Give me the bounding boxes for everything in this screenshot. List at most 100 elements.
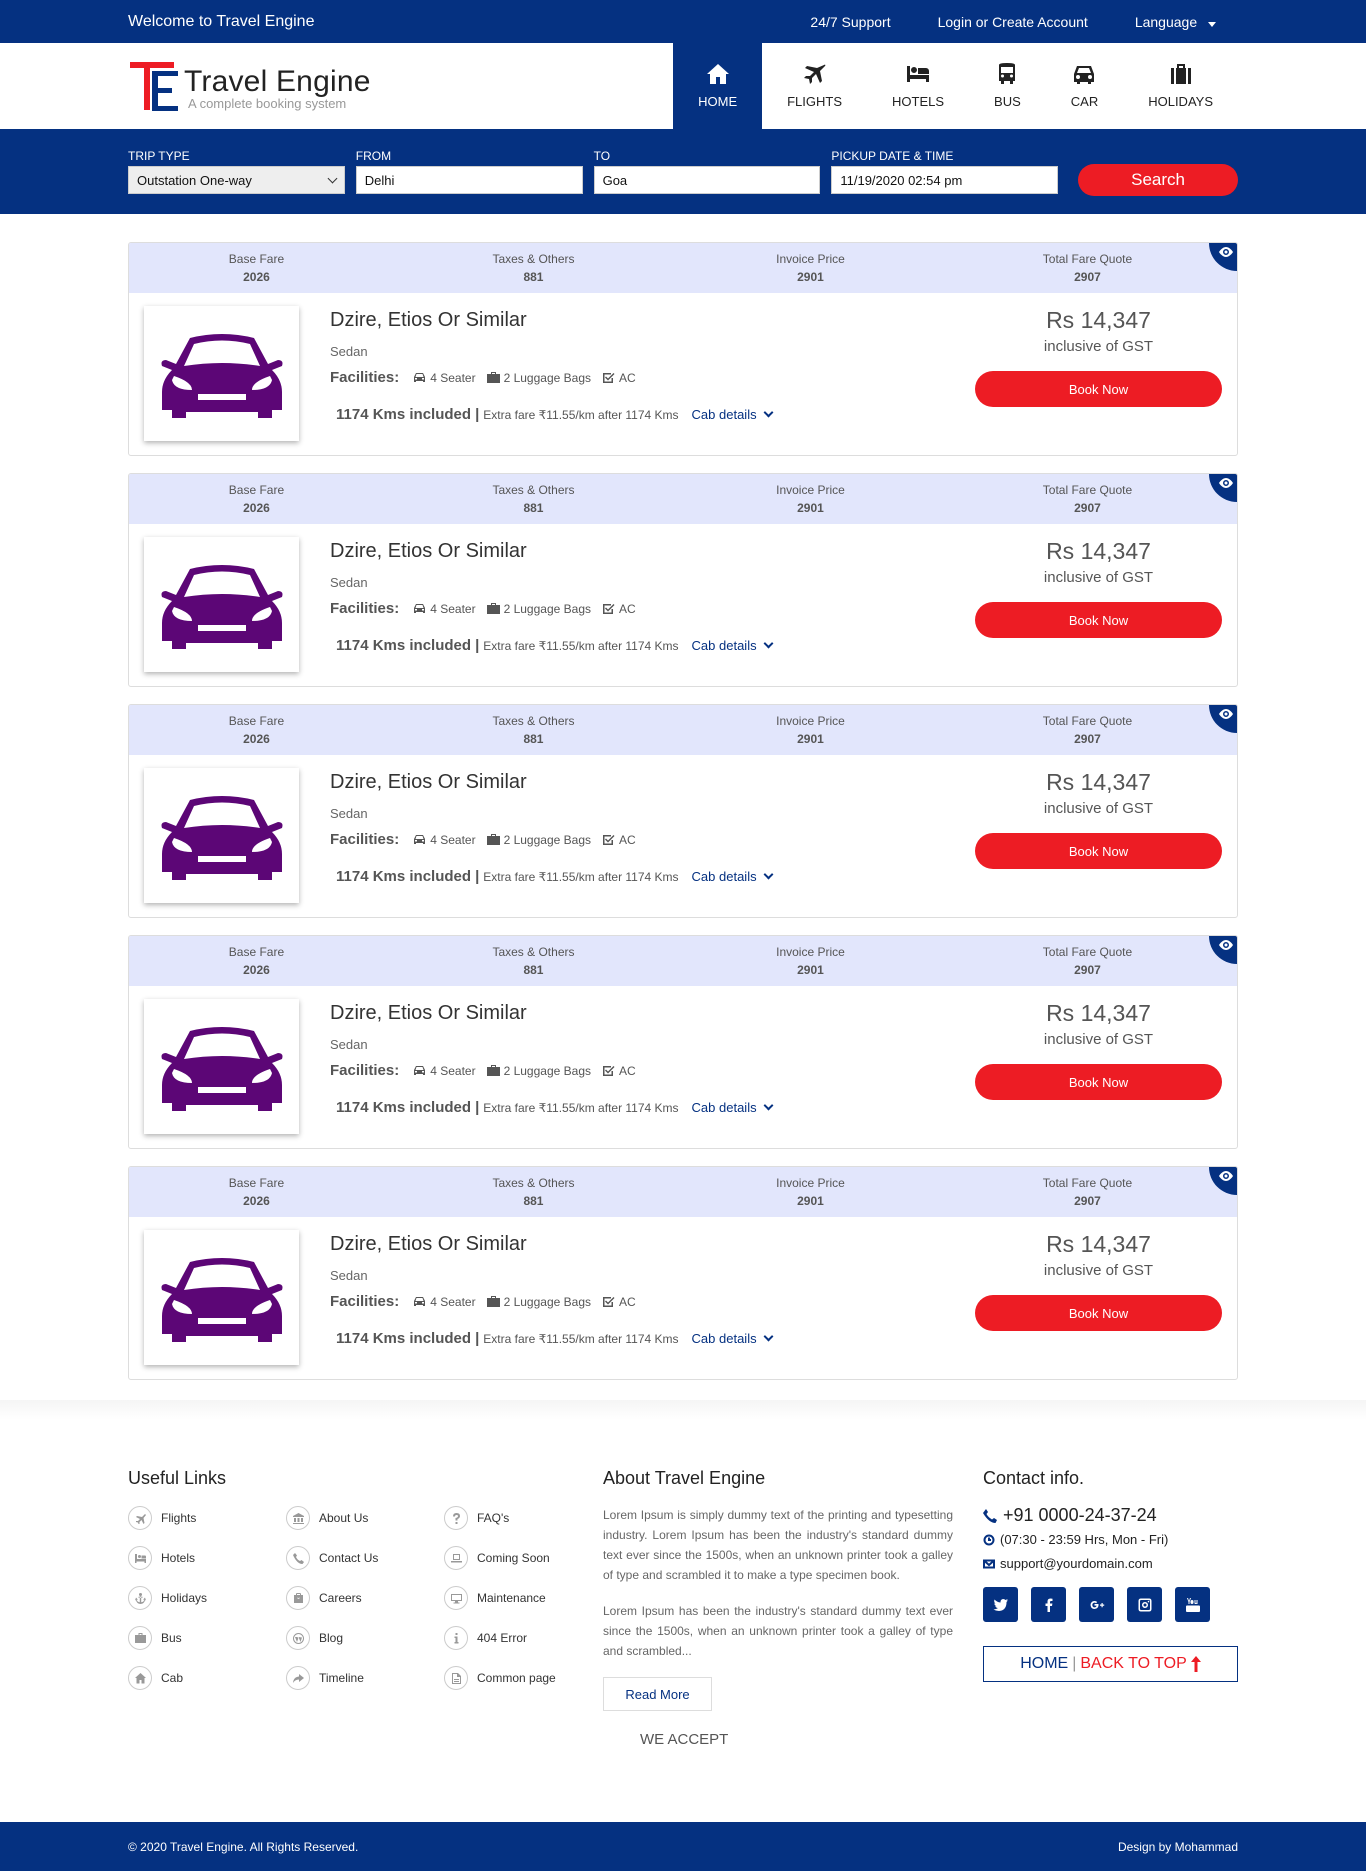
facebook-button[interactable] <box>1031 1587 1066 1622</box>
total-fare-value: 2907 <box>1074 732 1101 746</box>
footer-link-bus[interactable]: Bus <box>128 1625 286 1651</box>
result-card: Base Fare 2026 Taxes & Others 881 Invoic… <box>128 935 1238 1149</box>
footer-link-maintenance[interactable]: Maintenance <box>444 1585 602 1611</box>
trip-type-select[interactable]: Outstation One-way <box>128 166 345 194</box>
footer-link-404-error[interactable]: 404 Error <box>444 1625 602 1651</box>
support-link[interactable]: 24/7 Support <box>810 14 890 30</box>
trip-type-value: Outstation One-way <box>137 172 252 188</box>
fare-breakdown: Base Fare 2026 Taxes & Others 881 Invoic… <box>129 705 1237 755</box>
kms-separator: | <box>475 868 480 885</box>
footer-link-common-page[interactable]: Common page <box>444 1665 602 1691</box>
book-now-button[interactable]: Book Now <box>975 602 1222 638</box>
instagram-button[interactable] <box>1127 1587 1162 1622</box>
seater-text: 4 Seater <box>430 1294 476 1309</box>
cab-details-link[interactable]: Cab details <box>692 869 774 884</box>
footer-link-flights[interactable]: Flights <box>128 1505 286 1531</box>
footer-link-faq-s[interactable]: FAQ's <box>444 1505 602 1531</box>
invoice-price-label: Invoice Price <box>776 714 845 728</box>
cab-details-link[interactable]: Cab details <box>692 1100 774 1115</box>
cab-details-link[interactable]: Cab details <box>692 1331 774 1346</box>
nav-holidays[interactable]: HOLIDAYS <box>1123 43 1238 129</box>
book-now-button[interactable]: Book Now <box>975 371 1222 407</box>
we-accept-label: WE ACCEPT <box>640 1731 729 1748</box>
card-body: Dzire, Etios Or Similar Sedan Facilities… <box>129 1217 1237 1379</box>
back-to-top-link[interactable]: BACK TO TOP <box>1080 1655 1186 1673</box>
footer-link-timeline[interactable]: Timeline <box>286 1665 444 1691</box>
book-now-button[interactable]: Book Now <box>975 1064 1222 1100</box>
cab-details-link[interactable]: Cab details <box>692 407 774 422</box>
footer-link-cab[interactable]: Cab <box>128 1665 286 1691</box>
ac-text: AC <box>619 1294 636 1309</box>
twitter-button[interactable] <box>983 1587 1018 1622</box>
book-now-button[interactable]: Book Now <box>975 833 1222 869</box>
checkbox-icon <box>603 1297 615 1307</box>
useful-links: Useful Links Flights About Us FAQ's Hotels C… <box>128 1468 603 1748</box>
footer-link-coming-soon[interactable]: Coming Soon <box>444 1545 602 1571</box>
taxes-label: Taxes & Others <box>492 483 575 497</box>
cab-details-link[interactable]: Cab details <box>692 638 774 653</box>
footer-link-hotels[interactable]: Hotels <box>128 1545 286 1571</box>
base-fare-value: 2026 <box>243 270 270 284</box>
contact-email[interactable]: support@yourdomain.com <box>983 1556 1238 1571</box>
results-list: Base Fare 2026 Taxes & Others 881 Invoic… <box>0 214 1366 1380</box>
logo[interactable]: Travel Engine A complete booking system <box>128 43 673 129</box>
youtube-button[interactable] <box>1175 1587 1210 1622</box>
car-front-icon <box>161 1026 282 1111</box>
login-link[interactable]: Login or Create Account <box>938 14 1088 30</box>
pickup-input[interactable]: 11/19/2020 02:54 pm <box>831 166 1059 194</box>
footer-link-about-us[interactable]: About Us <box>286 1505 444 1531</box>
bed-icon-glyph <box>134 1553 146 1563</box>
kms-separator: | <box>475 1330 480 1347</box>
nav-hotels[interactable]: HOTELS <box>867 43 969 129</box>
read-more-button[interactable]: Read More <box>603 1677 712 1711</box>
about-paragraph-2: Lorem Ipsum has been the industry's stan… <box>603 1604 953 1658</box>
car-image <box>144 768 299 903</box>
contact-phone[interactable]: +91 0000-24-37-24 <box>983 1505 1238 1526</box>
kms-included: 1174 Kms included <box>336 868 472 885</box>
eye-icon <box>1219 247 1233 257</box>
bank-icon-glyph <box>292 1512 304 1524</box>
nav-flights[interactable]: FLIGHTS <box>762 43 867 129</box>
total-fare-label: Total Fare Quote <box>1042 483 1133 497</box>
google-plus-button[interactable] <box>1079 1587 1114 1622</box>
price: Rs 14,347 <box>1046 307 1151 333</box>
price-box: Rs 14,347 inclusive of GST Book Now <box>975 1000 1222 1100</box>
home-link[interactable]: HOME <box>1020 1655 1068 1673</box>
backtop-separator: | <box>1072 1655 1077 1672</box>
from-input[interactable]: Delhi <box>355 166 583 194</box>
twitter-icon <box>993 1598 1008 1611</box>
header: Travel Engine A complete booking system … <box>0 43 1366 129</box>
invoice-price-label: Invoice Price <box>776 945 845 959</box>
car-image <box>144 306 299 441</box>
hours-text: (07:30 - 23:59 Hrs, Mon - Fri) <box>1000 1532 1169 1547</box>
nav-home[interactable]: HOME <box>673 43 763 129</box>
main-nav: HOME FLIGHTS HOTELS BUS CAR HOLIDAYS <box>673 43 1238 129</box>
book-now-button[interactable]: Book Now <box>975 1295 1222 1331</box>
search-button[interactable]: Search <box>1078 164 1238 196</box>
footer-link-holidays[interactable]: Holidays <box>128 1585 286 1611</box>
extra-fare: Extra fare ₹11.55/km after 1174 Kms <box>483 407 679 422</box>
nav-car[interactable]: CAR <box>1046 43 1123 129</box>
file-icon <box>444 1666 468 1690</box>
ac-facility: AC <box>602 602 636 616</box>
base-fare-label: Base Fare <box>228 1176 285 1190</box>
eye-icon <box>1219 1171 1233 1181</box>
price: Rs 14,347 <box>1046 1231 1151 1257</box>
footer-link-contact-us[interactable]: Contact Us <box>286 1545 444 1571</box>
welcome-text: Welcome to Travel Engine <box>128 12 315 30</box>
chevron-down-icon <box>327 173 338 183</box>
laptop-icon-glyph <box>450 1553 462 1562</box>
language-dropdown[interactable]: Language <box>1135 14 1216 30</box>
footer-link-careers[interactable]: Careers <box>286 1585 444 1611</box>
to-input[interactable]: Goa <box>593 166 821 194</box>
nav-bus[interactable]: BUS <box>969 43 1046 129</box>
trip-type-field: TRIP TYPE Outstation One-way <box>128 149 345 194</box>
desktop-icon-glyph <box>450 1593 462 1603</box>
bank-icon <box>286 1506 310 1530</box>
seater-text: 4 Seater <box>430 1063 476 1078</box>
car-image <box>144 537 299 672</box>
from-field: FROM Delhi <box>355 149 583 194</box>
kms-separator: | <box>475 406 480 423</box>
useful-links-title: Useful Links <box>128 1468 227 1488</box>
footer-link-blog[interactable]: Blog <box>286 1625 444 1651</box>
